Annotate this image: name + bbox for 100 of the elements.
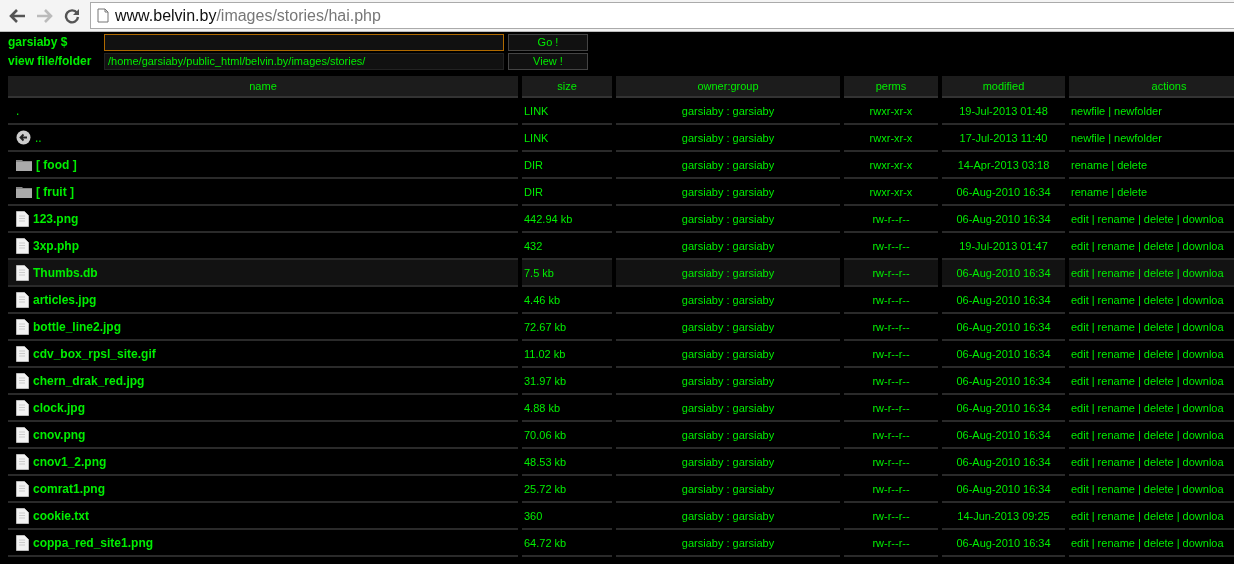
action-link[interactable]: downloa xyxy=(1182,482,1224,495)
action-link[interactable]: rename xyxy=(1097,455,1135,468)
action-link[interactable]: downloa xyxy=(1182,320,1224,333)
action-link[interactable]: rename xyxy=(1071,185,1109,198)
column-header[interactable]: actions xyxy=(1069,76,1234,98)
action-link[interactable]: rename xyxy=(1097,509,1135,522)
owner-cell: garsiaby : garsiaby xyxy=(616,368,840,395)
action-link[interactable]: edit xyxy=(1071,266,1089,279)
action-link[interactable]: delete xyxy=(1143,509,1174,522)
action-link[interactable]: downloa xyxy=(1182,536,1224,549)
action-link[interactable]: edit xyxy=(1071,536,1089,549)
action-link[interactable]: downloa xyxy=(1182,428,1224,441)
action-link[interactable]: edit xyxy=(1071,212,1089,225)
action-link[interactable]: delete xyxy=(1117,185,1148,198)
file-name-link[interactable]: . xyxy=(16,103,20,118)
separator: | xyxy=(1137,212,1141,225)
column-header[interactable]: perms xyxy=(844,76,938,98)
owner-cell: garsiaby : garsiaby xyxy=(616,314,840,341)
modified-cell: 06-Aug-2010 16:34 xyxy=(942,341,1065,368)
action-link[interactable]: delete xyxy=(1143,239,1174,252)
file-name-link[interactable]: 123.png xyxy=(33,211,79,226)
action-link[interactable]: newfolder xyxy=(1114,104,1162,117)
action-link[interactable]: delete xyxy=(1143,401,1174,414)
action-link[interactable]: edit xyxy=(1071,239,1089,252)
action-link[interactable]: edit xyxy=(1071,347,1089,360)
column-header[interactable]: name xyxy=(8,76,518,98)
file-name-link[interactable]: [ fruit ] xyxy=(36,184,74,199)
action-link[interactable]: edit xyxy=(1071,401,1089,414)
action-link[interactable]: edit xyxy=(1071,320,1089,333)
file-name-link[interactable]: Thumbs.db xyxy=(33,265,98,280)
action-link[interactable]: rename xyxy=(1097,536,1135,549)
action-link[interactable]: downloa xyxy=(1182,293,1224,306)
perms-cell: rw-r--r-- xyxy=(844,368,938,395)
action-link[interactable]: rename xyxy=(1097,212,1135,225)
go-button[interactable]: Go ! xyxy=(508,33,588,51)
action-link[interactable]: edit xyxy=(1071,293,1089,306)
action-link[interactable]: rename xyxy=(1097,347,1135,360)
action-link[interactable]: edit xyxy=(1071,455,1089,468)
action-link[interactable]: downloa xyxy=(1182,212,1224,225)
view-button[interactable]: View ! xyxy=(508,52,588,70)
action-link[interactable]: delete xyxy=(1143,293,1174,306)
action-link[interactable]: rename xyxy=(1097,266,1135,279)
file-name-link[interactable]: coppa_red_site1.png xyxy=(33,535,154,550)
address-bar[interactable]: www.belvin.by/images/stories/hai.php xyxy=(90,2,1234,29)
action-link[interactable]: delete xyxy=(1143,347,1174,360)
action-link[interactable]: downloa xyxy=(1182,347,1224,360)
command-field[interactable] xyxy=(104,33,504,51)
action-link[interactable]: downloa xyxy=(1182,266,1224,279)
action-link[interactable]: delete xyxy=(1143,212,1174,225)
action-link[interactable]: delete xyxy=(1143,455,1174,468)
action-link[interactable]: newfolder xyxy=(1114,131,1162,144)
action-link[interactable]: downloa xyxy=(1182,455,1224,468)
action-link[interactable]: rename xyxy=(1097,374,1135,387)
size-cell: 4.88 kb xyxy=(522,395,612,422)
action-link[interactable]: rename xyxy=(1071,158,1109,171)
action-link[interactable]: rename xyxy=(1097,428,1135,441)
action-link[interactable]: delete xyxy=(1117,158,1148,171)
action-link[interactable]: edit xyxy=(1071,482,1089,495)
file-icon xyxy=(16,318,29,335)
action-link[interactable]: rename xyxy=(1097,320,1135,333)
file-name-link[interactable]: 3xp.php xyxy=(33,238,79,253)
file-name-link[interactable]: .. xyxy=(35,130,42,145)
reload-icon[interactable] xyxy=(64,7,80,24)
file-name-link[interactable]: chern_drak_red.jpg xyxy=(33,373,145,388)
column-header[interactable]: owner:group xyxy=(616,76,840,98)
separator: | xyxy=(1091,212,1095,225)
size-cell: 25.72 kb xyxy=(522,476,612,503)
action-link[interactable]: rename xyxy=(1097,239,1135,252)
action-link[interactable]: delete xyxy=(1143,428,1174,441)
action-link[interactable]: downloa xyxy=(1182,509,1224,522)
file-name-link[interactable]: bottle_line2.jpg xyxy=(33,319,121,334)
action-link[interactable]: delete xyxy=(1143,536,1174,549)
action-link[interactable]: edit xyxy=(1071,509,1089,522)
file-name-link[interactable]: cookie.txt xyxy=(33,508,89,523)
file-name-link[interactable]: articles.jpg xyxy=(33,292,97,307)
file-name-link[interactable]: cdv_box_rpsl_site.gif xyxy=(33,346,156,361)
file-name-link[interactable]: comrat1.png xyxy=(33,481,105,496)
file-name-link[interactable]: clock.jpg xyxy=(33,400,85,415)
path-field[interactable]: /home/garsiaby/public_html/belvin.by/images/stories/ xyxy=(104,52,504,70)
column-header[interactable]: modified xyxy=(942,76,1065,98)
action-link[interactable]: downloa xyxy=(1182,374,1224,387)
action-link[interactable]: edit xyxy=(1071,428,1089,441)
action-link[interactable]: newfile xyxy=(1071,131,1106,144)
action-link[interactable]: rename xyxy=(1097,401,1135,414)
action-link[interactable]: delete xyxy=(1143,374,1174,387)
action-link[interactable]: delete xyxy=(1143,266,1174,279)
action-link[interactable]: downloa xyxy=(1182,401,1224,414)
action-link[interactable]: edit xyxy=(1071,374,1089,387)
action-link[interactable]: delete xyxy=(1143,320,1174,333)
action-link[interactable]: rename xyxy=(1097,293,1135,306)
action-link[interactable]: newfile xyxy=(1071,104,1106,117)
action-link[interactable]: rename xyxy=(1097,482,1135,495)
file-name-link[interactable]: [ food ] xyxy=(36,157,77,172)
back-icon[interactable] xyxy=(8,7,26,24)
file-name-link[interactable]: cnov1_2.png xyxy=(33,454,107,469)
owner-cell: garsiaby : garsiaby xyxy=(616,395,840,422)
action-link[interactable]: delete xyxy=(1143,482,1174,495)
file-name-link[interactable]: cnov.png xyxy=(33,427,86,442)
column-header[interactable]: size xyxy=(522,76,612,98)
action-link[interactable]: downloa xyxy=(1182,239,1224,252)
